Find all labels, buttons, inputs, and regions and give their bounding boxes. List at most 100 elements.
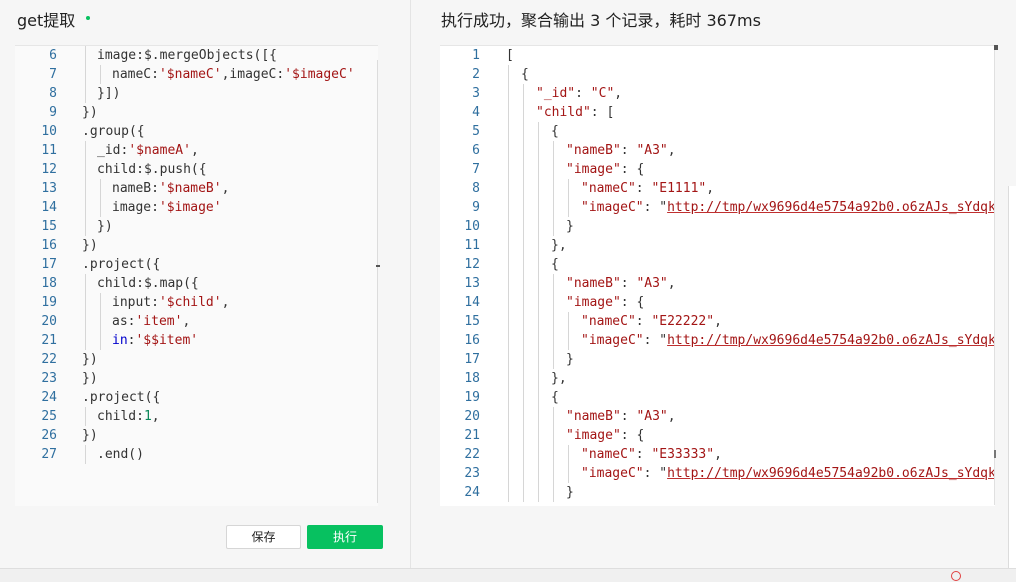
- query-code-editor[interactable]: 6 image:$.mergeObjects([{7 nameC:'$nameC',…: [15, 45, 378, 506]
- line-number: 17: [41, 257, 57, 272]
- indent-guide: [538, 122, 539, 141]
- code-line: 3 "_id": "C",: [440, 84, 995, 103]
- indent-guide: [85, 217, 86, 236]
- code-token: :: [635, 181, 652, 196]
- code-line: 19 input:'$child',: [15, 293, 378, 312]
- code-token: : ": [643, 333, 668, 348]
- code-line: 5{: [440, 122, 995, 141]
- code-text: child:$.map({: [97, 274, 199, 293]
- line-number: 25: [41, 409, 57, 424]
- code-line: 14 "image": {: [440, 293, 995, 312]
- code-token: :: [635, 314, 652, 329]
- code-text: "nameC": "E22222",: [581, 312, 722, 331]
- code-token: }: [566, 485, 574, 500]
- code-token: ,: [614, 86, 623, 101]
- scroll-thumb[interactable]: [994, 450, 996, 458]
- indent-guide: [85, 198, 86, 217]
- code-text: "imageC": "http://tmp/wx9696d4e5754a92b0…: [581, 198, 995, 217]
- code-token: [: [506, 48, 514, 63]
- code-line: 2{: [440, 65, 995, 84]
- code-text: "imageC": "http://tmp/wx9696d4e5754a92b0…: [581, 464, 995, 483]
- indent-guide: [508, 464, 509, 483]
- indent-guide: [553, 141, 554, 160]
- pane-divider[interactable]: [410, 0, 411, 568]
- code-token: }): [82, 238, 98, 253]
- code-token: '$nameC': [158, 67, 222, 82]
- code-line: 13 nameB:'$nameB',: [15, 179, 378, 198]
- code-token: ,: [221, 295, 230, 310]
- indent-guide: [538, 483, 539, 502]
- code-line: 9}): [15, 103, 378, 122]
- code-token: image:$.mergeObjects([{: [97, 48, 278, 63]
- run-button[interactable]: 执行: [307, 525, 383, 549]
- code-token: :: [620, 409, 637, 424]
- line-number: 11: [41, 143, 57, 158]
- code-token: }): [82, 371, 98, 386]
- code-token: }: [566, 352, 574, 367]
- line-number: 10: [464, 219, 480, 234]
- code-token: child:: [97, 409, 144, 424]
- indent-guide: [568, 445, 569, 464]
- code-text: "image": {: [566, 160, 644, 179]
- scroll-top-marker-icon: [994, 45, 998, 50]
- code-text: {: [551, 388, 559, 407]
- indent-guide: [100, 65, 101, 84]
- save-button[interactable]: 保存: [226, 525, 301, 549]
- indent-guide: [508, 407, 509, 426]
- code-token: "A3": [636, 143, 668, 158]
- indent-guide: [523, 179, 524, 198]
- indent-guide: [508, 103, 509, 122]
- code-line: 23 "imageC": "http://tmp/wx9696d4e5754a92…: [440, 464, 995, 483]
- result-scrollbar[interactable]: [994, 45, 995, 505]
- line-number: 16: [464, 333, 480, 348]
- code-text: child:$.push({: [97, 160, 207, 179]
- indent-guide: [553, 198, 554, 217]
- code-token: "imageC": [581, 466, 644, 481]
- line-number: 27: [41, 447, 57, 462]
- indent-guide: [538, 198, 539, 217]
- line-number: 6: [472, 143, 480, 158]
- status-dot-icon: [86, 16, 90, 20]
- indent-guide: [553, 445, 554, 464]
- indent-guide: [100, 179, 101, 198]
- line-number: 1: [472, 48, 480, 63]
- indent-guide: [568, 198, 569, 217]
- code-token: "nameB": [566, 276, 621, 291]
- result-json-viewer[interactable]: 1[2{3 "_id": "C", 4 "child": [5{6 "nameB": "…: [440, 45, 995, 506]
- indent-guide: [553, 407, 554, 426]
- line-number: 15: [464, 314, 480, 329]
- code-line: 27 .end(): [15, 445, 378, 464]
- code-text: .project({: [82, 388, 160, 407]
- code-token: .group({: [82, 124, 145, 139]
- code-text: "imageC": "http://tmp/wx9696d4e5754a92b0…: [581, 331, 995, 350]
- code-text: in:'$$item': [112, 331, 198, 350]
- indent-guide: [538, 312, 539, 331]
- line-number: 24: [464, 485, 480, 500]
- code-line: 10}: [440, 217, 995, 236]
- code-text: }): [82, 350, 98, 369]
- code-text: }]): [97, 84, 120, 103]
- indent-guide: [523, 388, 524, 407]
- code-line: 15 "nameC": "E22222",: [440, 312, 995, 331]
- indent-guide: [85, 312, 86, 331]
- code-token: {: [551, 257, 559, 272]
- line-number: 21: [41, 333, 57, 348]
- indent-guide: [538, 426, 539, 445]
- code-token: "A3": [636, 409, 668, 424]
- line-number: 23: [41, 371, 57, 386]
- code-token: ,: [221, 181, 230, 196]
- code-token: http://tmp/wx9696d4e5754a92b0.o6zAJs_sYd…: [667, 466, 995, 481]
- code-token: ,: [714, 447, 722, 462]
- indent-guide: [553, 331, 554, 350]
- indent-guide: [523, 255, 524, 274]
- indent-guide: [523, 331, 524, 350]
- code-token: 'item': [135, 314, 183, 329]
- code-text: image:$.mergeObjects([{: [97, 46, 277, 65]
- indent-guide: [538, 160, 539, 179]
- code-text: image:'$image': [112, 198, 222, 217]
- code-token: as:: [112, 314, 136, 329]
- editor-scrollbar[interactable]: [377, 60, 378, 503]
- indent-guide: [508, 217, 509, 236]
- error-icon[interactable]: [951, 571, 961, 581]
- indent-guide: [538, 141, 539, 160]
